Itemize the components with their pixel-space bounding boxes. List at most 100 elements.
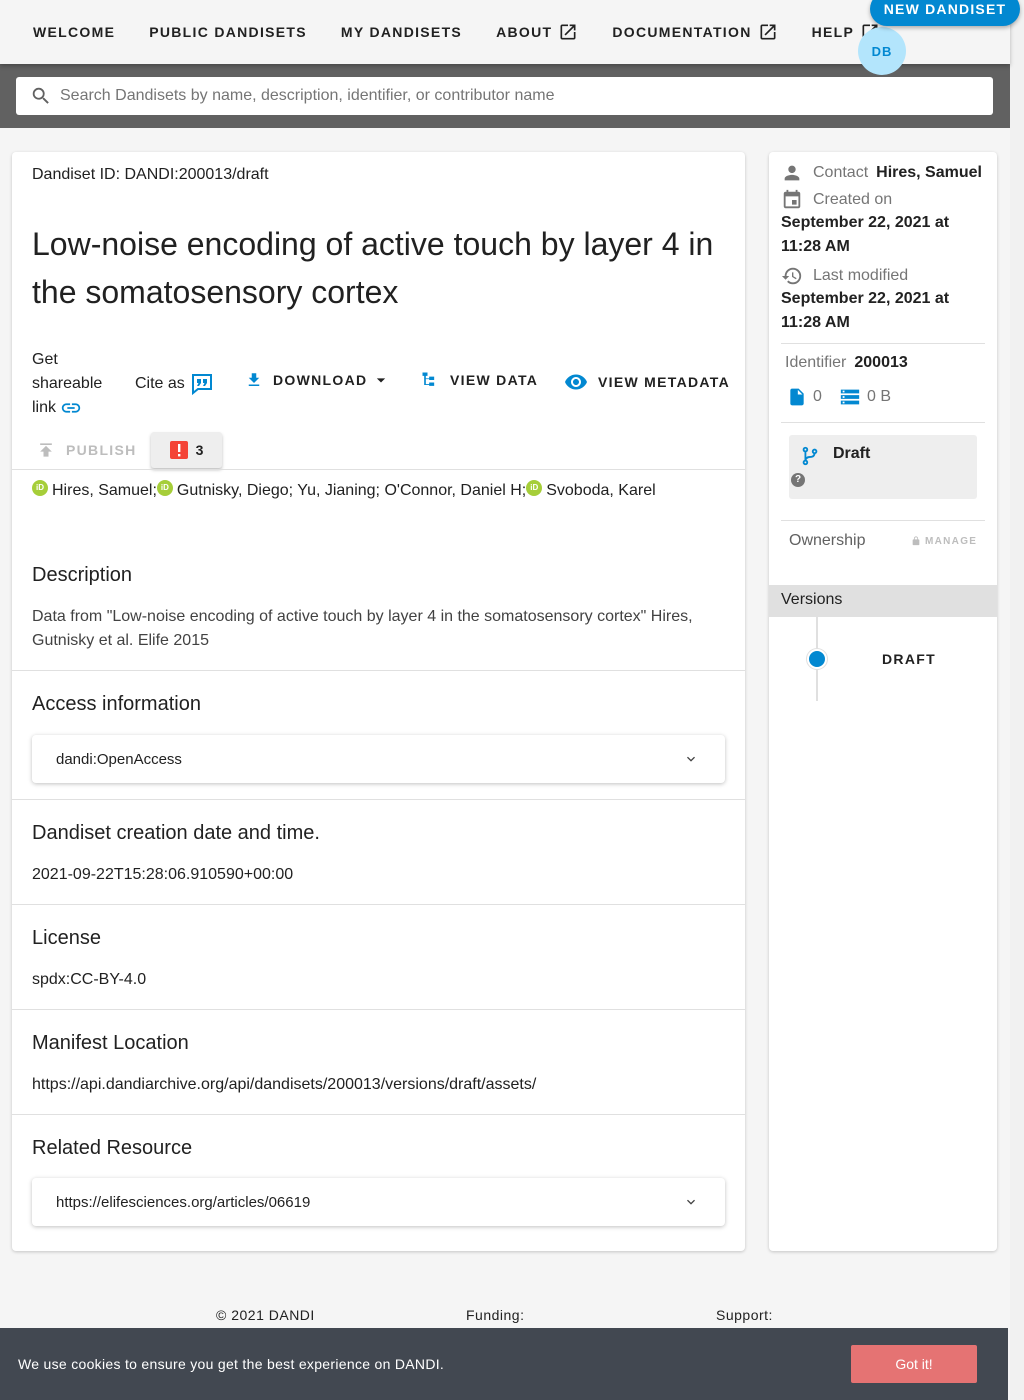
contact-row: Contact Hires, Samuel xyxy=(781,162,982,184)
version-draft-item[interactable]: DRAFT xyxy=(882,651,936,667)
storage-icon xyxy=(840,389,860,405)
created-label: Created on xyxy=(813,191,893,208)
modified-date: September 22, 2021 at 11:28 AM xyxy=(781,290,950,331)
dandiset-id: Dandiset ID: DANDI:200013/draft xyxy=(32,166,269,183)
description-heading: Description xyxy=(32,564,133,586)
nav-about-label: ABOUT xyxy=(496,24,553,40)
nav-docs-label: DOCUMENTATION xyxy=(612,24,752,40)
user-avatar[interactable]: DB xyxy=(858,27,906,75)
file-tree-icon xyxy=(422,372,435,386)
created-row: Created on xyxy=(781,189,892,211)
dandiset-side-card: Contact Hires, Samuel Created on Septemb… xyxy=(769,152,997,1251)
external-link-icon xyxy=(560,24,576,40)
cookie-message: We use cookies to ensure you get the bes… xyxy=(18,1356,445,1372)
contributors-list: iD Hires, Samuel; iD Gutnisky, Diego; Yu, … xyxy=(32,480,656,500)
cite-as-label: Cite as xyxy=(135,375,185,392)
storage-size-value: 0 B xyxy=(867,388,892,405)
error-count: 3 xyxy=(195,442,204,458)
divider xyxy=(12,670,745,671)
modified-row: Last modified xyxy=(781,265,908,287)
timeline-dot[interactable] xyxy=(807,649,827,669)
contact-name: Hires, Samuel xyxy=(876,164,982,181)
license-text: spdx:CC-BY-4.0 xyxy=(32,971,147,988)
related-heading: Related Resource xyxy=(32,1137,193,1159)
orcid-icon[interactable]: iD xyxy=(526,480,543,496)
calendar-icon xyxy=(783,189,801,209)
contributor: Hires, Samuel; xyxy=(52,482,157,499)
view-metadata-button[interactable]: VIEW METADATA xyxy=(564,370,730,394)
orcid-icon[interactable]: iD xyxy=(156,480,173,496)
contributor: Gutnisky, Diego; Yu, Jianing; O'Connor, … xyxy=(176,482,527,499)
history-icon xyxy=(781,267,802,285)
publish-button[interactable]: PUBLISH xyxy=(36,440,137,460)
access-heading: Access information xyxy=(32,693,201,715)
validation-errors-button[interactable]: 3 xyxy=(151,432,222,468)
file-count: 0 xyxy=(787,386,822,408)
created-date: September 22, 2021 at 11:28 AM xyxy=(781,214,950,255)
nav-welcome-label: WELCOME xyxy=(33,24,116,40)
cookie-banner: We use cookies to ensure you get the bes… xyxy=(0,1328,1008,1400)
divider xyxy=(12,904,745,905)
version-status-label: Draft xyxy=(833,445,871,462)
eye-icon xyxy=(565,374,587,390)
publish-row: PUBLISH 3 xyxy=(12,432,745,470)
nav-my-label: MY DANDISETS xyxy=(340,24,463,40)
manifest-text: https://api.dandiarchive.org/api/dandise… xyxy=(32,1076,537,1093)
nav-documentation[interactable]: DOCUMENTATION xyxy=(595,14,794,50)
related-expander[interactable]: https://elifesciences.org/articles/06619 xyxy=(32,1178,725,1226)
description-text: Data from "Low-noise encoding of active … xyxy=(32,608,693,649)
cite-as-button[interactable]: Cite as xyxy=(135,372,214,396)
identifier-row: Identifier 200013 xyxy=(785,354,908,372)
cookie-accept-button[interactable]: Got it! xyxy=(851,1345,977,1383)
quote-bubble-icon xyxy=(191,374,212,396)
version-status-box: Draft ? xyxy=(789,435,977,499)
view-data-button[interactable]: VIEW DATA xyxy=(420,370,538,390)
versions-header: Versions xyxy=(769,585,997,617)
view-data-label: VIEW DATA xyxy=(450,372,539,388)
nav-help-label: HELP xyxy=(811,24,855,40)
divider xyxy=(12,469,745,470)
chevron-down-icon xyxy=(687,1199,695,1205)
new-dandiset-label: NEW DANDISET xyxy=(883,1,1007,17)
new-dandiset-button[interactable]: NEW DANDISET xyxy=(870,0,1020,26)
download-label: DOWNLOAD xyxy=(273,372,368,388)
divider xyxy=(12,799,745,800)
nav-welcome[interactable]: WELCOME xyxy=(16,14,132,50)
search-bar xyxy=(0,64,1010,128)
nav-my-dandisets[interactable]: MY DANDISETS xyxy=(324,14,479,50)
search-box[interactable] xyxy=(16,77,993,115)
caret-down-icon xyxy=(377,378,386,383)
file-icon xyxy=(790,388,804,406)
view-metadata-label: VIEW METADATA xyxy=(598,374,730,390)
created-text: 2021-09-22T15:28:06.910590+00:00 xyxy=(32,866,294,883)
dandiset-main-card: Dandiset ID: DANDI:200013/draft Low-nois… xyxy=(12,152,745,1251)
publish-icon xyxy=(40,443,52,457)
chevron-down-icon xyxy=(687,756,695,762)
external-link-icon xyxy=(760,24,776,40)
search-input[interactable] xyxy=(60,87,960,105)
nav-public-label: PUBLIC DANDISETS xyxy=(149,24,307,40)
manage-owners-button[interactable]: MANAGE xyxy=(911,535,977,547)
divider xyxy=(781,422,985,423)
orcid-icon[interactable]: iD xyxy=(32,480,48,496)
action-bar: Get shareable link Cite as DOWNLOAD VIEW… xyxy=(12,348,745,418)
download-button[interactable]: DOWNLOAD xyxy=(245,370,391,390)
search-icon xyxy=(32,87,49,104)
access-value: dandi:OpenAccess xyxy=(56,750,182,768)
access-expander[interactable]: dandi:OpenAccess xyxy=(32,735,725,783)
person-icon xyxy=(784,165,800,181)
scrollbar[interactable] xyxy=(1010,0,1024,1400)
help-icon[interactable]: ? xyxy=(791,473,805,487)
contact-label: Contact xyxy=(813,164,869,181)
cookie-accept-label: Got it! xyxy=(895,1356,933,1372)
divider xyxy=(781,520,985,521)
divider xyxy=(781,343,985,344)
nav-about[interactable]: ABOUT xyxy=(479,14,595,50)
nav-public-dandisets[interactable]: PUBLIC DANDISETS xyxy=(132,14,324,50)
license-heading: License xyxy=(32,927,101,949)
share-link-button[interactable]: Get shareable link xyxy=(32,348,112,420)
alert-icon xyxy=(169,441,188,459)
related-value: https://elifesciences.org/articles/06619 xyxy=(56,1193,311,1211)
footer-support: Support: xyxy=(716,1307,773,1323)
footer-copyright: © 2021 DANDI xyxy=(216,1307,315,1323)
